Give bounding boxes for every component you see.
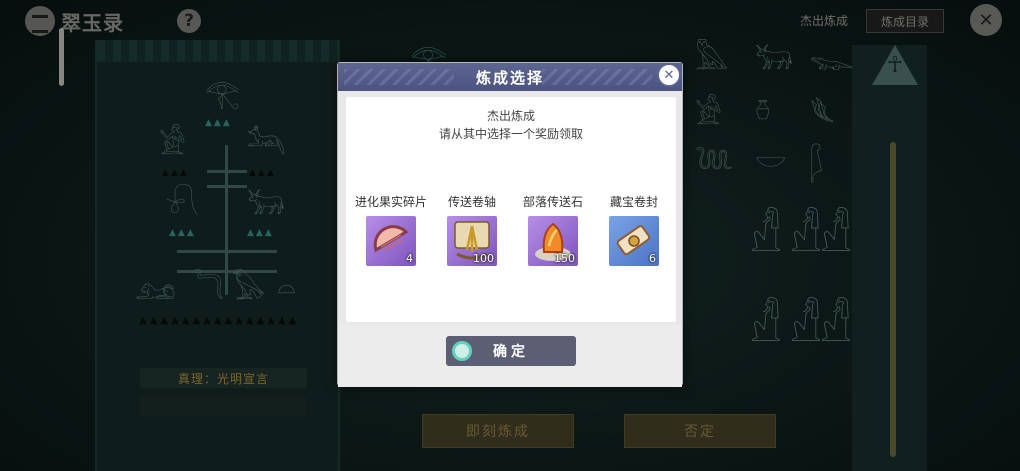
confirm-button-label: 确定 [493, 344, 529, 360]
close-icon[interactable]: ✕ [657, 63, 681, 87]
fruit-slice-icon[interactable]: 4 [366, 216, 416, 266]
teleport-scroll-icon[interactable]: 100 [447, 216, 497, 266]
dialog-title: 炼成选择 [338, 63, 682, 91]
dialog-footer: 确定 [338, 325, 682, 387]
reward-count: 100 [473, 252, 494, 265]
reward-name: 传送卷轴 [447, 195, 496, 209]
treasure-scroll-icon[interactable]: 6 [609, 216, 659, 266]
reward-count: 6 [649, 252, 656, 265]
game-screen: 𓂀 ▲▲▲ 𓀀 𓃢 ▲▲▲ ▲▲▲ 𓍯 𓃒 ▲▲▲ ▲▲▲ 𓃭 𓆓 𓅃 𓏏 ▲▲… [0, 0, 1020, 471]
reward-name: 进化果实碎片 [354, 195, 427, 209]
confirm-button[interactable]: 确定 [446, 336, 576, 366]
reward-option-teleport-scroll[interactable]: 传送卷轴 100 [432, 193, 512, 266]
reward-option-tribe-stone[interactable]: 部落传送石 150 [513, 193, 593, 266]
forge-selection-dialog: 炼成选择 杰出炼成 请从其中选择一个奖励领取 进化果实碎片 4 传送卷轴 100… [337, 62, 683, 387]
reward-name: 藏宝卷封 [609, 195, 658, 209]
reward-name: 部落传送石 [522, 195, 583, 209]
dialog-instruction: 请从其中选择一个奖励领取 [438, 127, 583, 141]
reward-option-fruit-shard[interactable]: 进化果实碎片 4 [351, 193, 431, 266]
reward-count: 4 [406, 252, 413, 265]
reward-count: 150 [554, 252, 575, 265]
reward-option-treasure-scroll[interactable]: 藏宝卷封 6 [594, 193, 674, 266]
confirm-indicator-icon [452, 341, 472, 361]
tribe-teleport-stone-icon[interactable]: 150 [528, 216, 578, 266]
dialog-body: 杰出炼成 请从其中选择一个奖励领取 进化果实碎片 4 传送卷轴 100 部落传送… [346, 97, 676, 322]
dialog-heading: 杰出炼成 [486, 109, 535, 123]
